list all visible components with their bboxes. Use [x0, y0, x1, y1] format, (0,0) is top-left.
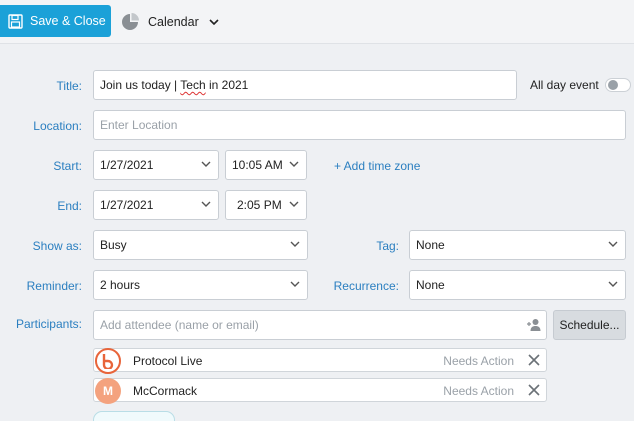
chevron-down-icon [201, 201, 211, 207]
title-label: Title: [56, 79, 82, 93]
add-time-zone-link[interactable]: + Add time zone [334, 159, 420, 173]
start-time-select[interactable]: 10:05 AM [225, 150, 307, 180]
end-date-select[interactable]: 1/27/2021 [93, 190, 219, 220]
show-as-label: Show as: [32, 239, 82, 253]
location-label: Location: [33, 119, 82, 133]
save-icon [8, 13, 23, 29]
location-input[interactable]: Enter Location [93, 110, 626, 140]
participants-placeholder: Add attendee (name or email) [100, 318, 259, 332]
chevron-down-icon [289, 161, 299, 167]
chevron-down-icon [201, 161, 211, 167]
participants-label: Participants: [15, 317, 82, 331]
attendee-row: M McCormack Needs Action [93, 378, 547, 404]
chevron-down-icon [289, 201, 299, 207]
start-time-value: 10:05 AM [232, 158, 283, 172]
calendar-account-icon [122, 13, 139, 30]
show-as-value: Busy [100, 238, 127, 252]
all-day-toggle-group: All day event [530, 78, 631, 92]
start-date-select[interactable]: 1/27/2021 [93, 150, 219, 180]
tag-value: None [416, 238, 445, 252]
attendee-name: Protocol Live [133, 354, 203, 368]
schedule-button[interactable]: Schedule... [553, 310, 626, 340]
location-placeholder: Enter Location [100, 118, 178, 132]
attendee-status: Needs Action [443, 384, 514, 398]
recurrence-value: None [416, 278, 445, 292]
start-date-value: 1/27/2021 [100, 158, 154, 172]
save-close-label: Save & Close [30, 14, 106, 28]
all-day-label: All day event [530, 78, 599, 92]
start-label: Start: [53, 159, 82, 173]
all-day-toggle[interactable] [604, 78, 631, 92]
reminder-value: 2 hours [100, 278, 141, 292]
title-input[interactable]: Join us today | Tech in 2021 [93, 70, 517, 100]
attendee-row: Protocol Live Needs Action [93, 348, 547, 374]
reminder-select[interactable]: 2 hours [93, 270, 308, 300]
add-person-icon[interactable] [526, 318, 541, 332]
attachment-chip[interactable] [93, 411, 175, 421]
calendar-select-label: Calendar [148, 15, 199, 29]
tag-select[interactable]: None [409, 230, 626, 260]
attendee-name: McCormack [133, 384, 198, 398]
end-date-value: 1/27/2021 [100, 198, 154, 212]
recurrence-label: Recurrence: [333, 279, 399, 293]
title-value: Join us today | Tech in 2021 [100, 78, 249, 92]
chevron-down-icon [290, 281, 300, 287]
attendee-avatar [95, 348, 121, 374]
reminder-label: Reminder: [26, 279, 82, 293]
chevron-down-icon [209, 19, 219, 25]
chevron-down-icon [608, 281, 618, 287]
save-close-button[interactable]: Save & Close [0, 5, 111, 37]
end-time-select[interactable]: 2:05 PM [225, 190, 307, 220]
tag-label: Tag: [376, 239, 399, 253]
attendee-avatar: M [95, 378, 121, 404]
remove-attendee-icon[interactable] [528, 384, 540, 396]
participants-input[interactable]: Add attendee (name or email) [93, 310, 547, 340]
chevron-down-icon [290, 241, 300, 247]
end-time-value: 2:05 PM [237, 198, 282, 212]
protocol-logo-icon [102, 354, 114, 369]
end-label: End: [57, 199, 82, 213]
chevron-down-icon [608, 241, 618, 247]
toolbar: Save & Close Calendar [0, 0, 634, 44]
attendee-status: Needs Action [443, 354, 514, 368]
recurrence-select[interactable]: None [409, 270, 626, 300]
show-as-select[interactable]: Busy [93, 230, 308, 260]
calendar-select[interactable]: Calendar [120, 9, 219, 35]
remove-attendee-icon[interactable] [528, 354, 540, 366]
